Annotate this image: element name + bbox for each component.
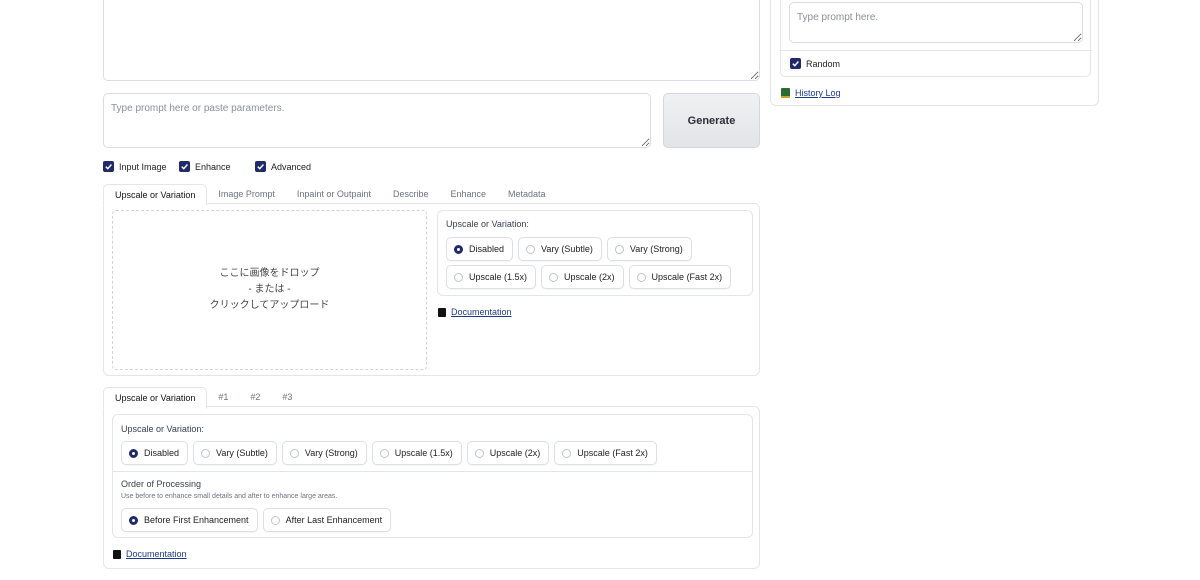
enhance-uov-row: Disabled Vary (Subtle) Vary (Strong) Ups… <box>121 441 657 465</box>
enhance-option-upscale-fast-2x[interactable]: Upscale (Fast 2x) <box>554 441 657 465</box>
option-label: Vary (Strong) <box>304 448 358 458</box>
radio-selected-icon <box>129 515 138 525</box>
uov-option-vary-subtle[interactable]: Vary (Subtle) <box>518 237 602 261</box>
option-label: Vary (Subtle) <box>216 448 268 458</box>
radio-icon <box>614 244 624 254</box>
order-row: Before First Enhancement After Last Enha… <box>121 508 392 532</box>
order-option-before-first[interactable]: Before First Enhancement <box>121 508 258 532</box>
enhance-documentation-link[interactable]: Documentation <box>113 549 187 559</box>
radio-icon <box>379 448 389 458</box>
enhance-panel: Upscale or Variation: Disabled Vary (Sub… <box>103 406 760 569</box>
enhance-uov-label: Upscale or Variation: <box>121 424 204 434</box>
right-prompt-box: Random <box>780 0 1092 77</box>
random-label: Random <box>806 58 841 69</box>
radio-icon <box>201 448 211 458</box>
right-panel: Random History Log <box>770 0 1099 106</box>
top-textarea[interactable] <box>103 0 760 81</box>
tab-enhance-1[interactable]: #1 <box>207 387 239 407</box>
check-icon <box>103 161 114 172</box>
history-book-icon <box>781 88 790 98</box>
order-of-processing-help: Use before to enhance small details and … <box>121 493 338 500</box>
tab-metadata[interactable]: Metadata <box>497 184 557 204</box>
radio-icon <box>526 244 536 254</box>
dropzone-line1: ここに画像をドロップ <box>219 268 320 279</box>
book-icon <box>438 307 446 317</box>
book-icon <box>113 549 121 559</box>
radio-icon <box>636 272 646 282</box>
radio-selected-icon <box>454 244 463 254</box>
advanced-label: Advanced <box>271 161 312 172</box>
documentation-label: Documentation <box>451 307 512 317</box>
history-log-label: History Log <box>795 88 841 98</box>
prompt-input[interactable] <box>103 93 651 148</box>
generate-button[interactable]: Generate <box>663 93 760 148</box>
uov-option-vary-strong[interactable]: Vary (Strong) <box>606 237 692 261</box>
radio-selected-icon <box>129 448 138 458</box>
dropzone-line2: - または - <box>248 284 291 295</box>
input-image-panel: ここに画像をドロップ - または - クリックしてアップロード Upscale … <box>103 203 760 376</box>
check-icon <box>790 58 801 69</box>
documentation-label: Documentation <box>126 549 187 559</box>
divider <box>781 50 1092 51</box>
uov-label: Upscale or Variation: <box>446 219 529 229</box>
check-icon <box>179 161 190 172</box>
uov-group: Upscale or Variation: Disabled Vary (Sub… <box>437 210 753 296</box>
input-image-checkbox[interactable]: Input Image <box>103 161 167 172</box>
random-checkbox[interactable]: Random <box>790 58 840 69</box>
option-label: Vary (Strong) <box>629 244 683 254</box>
option-label: After Last Enhancement <box>285 515 383 525</box>
order-option-after-last[interactable]: After Last Enhancement <box>262 508 392 532</box>
uov-documentation-link[interactable]: Documentation <box>438 307 512 317</box>
option-label: Upscale (2x) <box>564 272 615 282</box>
enhance-option-disabled[interactable]: Disabled <box>121 441 189 465</box>
order-of-processing-label: Order of Processing <box>121 479 202 489</box>
enhance-uov-group: Upscale or Variation: Disabled Vary (Sub… <box>112 414 753 538</box>
enhance-option-vary-strong[interactable]: Vary (Strong) <box>281 441 367 465</box>
option-label: Before First Enhancement <box>144 515 249 525</box>
radio-icon <box>562 448 572 458</box>
tab-enhance-uov[interactable]: Upscale or Variation <box>103 387 208 409</box>
option-label: Upscale (1.5x) <box>394 448 453 458</box>
dropzone-line3: クリックしてアップロード <box>209 300 330 311</box>
enhance-label: Enhance <box>195 161 231 172</box>
advanced-checkbox[interactable]: Advanced <box>255 161 311 172</box>
history-log-link[interactable]: History Log <box>781 88 841 98</box>
enhance-checkbox[interactable]: Enhance <box>179 161 231 172</box>
option-label: Upscale (1.5x) <box>469 272 528 282</box>
tab-describe[interactable]: Describe <box>382 184 440 204</box>
uov-row2: Upscale (1.5x) Upscale (2x) Upscale (Fas… <box>446 265 732 289</box>
tab-enhance[interactable]: Enhance <box>439 184 497 204</box>
option-label: Disabled <box>144 448 180 458</box>
radio-icon <box>474 448 484 458</box>
tab-upscale-or-variation[interactable]: Upscale or Variation <box>103 184 208 206</box>
radio-icon <box>454 272 463 282</box>
tab-inpaint-or-outpaint[interactable]: Inpaint or Outpaint <box>286 184 382 204</box>
uov-row1: Disabled Vary (Subtle) Vary (Strong) <box>446 237 692 261</box>
enhance-option-upscale-1-5x[interactable]: Upscale (1.5x) <box>371 441 462 465</box>
uov-option-upscale-fast-2x[interactable]: Upscale (Fast 2x) <box>628 265 732 289</box>
radio-icon <box>289 448 299 458</box>
check-icon <box>255 161 266 172</box>
option-label: Upscale (Fast 2x) <box>577 448 648 458</box>
tab-image-prompt[interactable]: Image Prompt <box>207 184 286 204</box>
enhance-option-vary-subtle[interactable]: Vary (Subtle) <box>193 441 277 465</box>
right-prompt-input[interactable] <box>789 2 1083 43</box>
tab-enhance-2[interactable]: #2 <box>239 387 271 407</box>
option-label: Vary (Subtle) <box>541 244 593 254</box>
radio-icon <box>549 272 559 282</box>
option-label: Disabled <box>469 244 505 254</box>
uov-option-upscale-2x[interactable]: Upscale (2x) <box>541 265 624 289</box>
radio-icon <box>270 515 280 525</box>
tab-enhance-3[interactable]: #3 <box>271 387 303 407</box>
option-label: Upscale (2x) <box>489 448 541 458</box>
uov-option-upscale-1-5x[interactable]: Upscale (1.5x) <box>446 265 537 289</box>
enhance-option-upscale-2x[interactable]: Upscale (2x) <box>466 441 550 465</box>
divider <box>113 471 752 472</box>
uov-option-disabled[interactable]: Disabled <box>446 237 514 261</box>
option-label: Upscale (Fast 2x) <box>651 272 723 282</box>
input-image-label: Input Image <box>119 161 167 172</box>
image-dropzone[interactable]: ここに画像をドロップ - または - クリックしてアップロード <box>112 210 427 370</box>
